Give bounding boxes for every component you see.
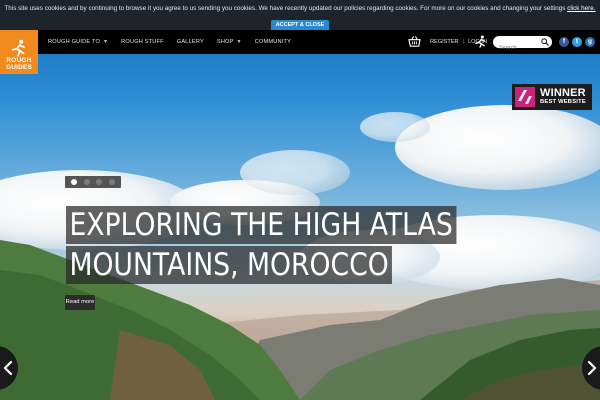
award-title: WINNER	[540, 87, 586, 100]
hero-headline: EXPLORING THE HIGH ATLAS MOUNTAINS, MORO…	[66, 206, 520, 286]
shopping-basket-icon[interactable]	[408, 35, 421, 48]
logo-line-2: GUIDES	[5, 63, 33, 71]
auth-separator: |	[462, 39, 465, 45]
headline-line-1[interactable]: EXPLORING THE HIGH ATLAS	[66, 206, 457, 244]
cookie-banner: This site uses cookies and by continuing…	[0, 0, 600, 31]
nav-item-label: ROUGH GUIDE TO	[48, 39, 101, 45]
slide-dot[interactable]	[108, 179, 115, 185]
nav-item-rough-stuff[interactable]: ROUGH STUFF	[121, 39, 164, 45]
rough-guides-logo[interactable]: ROUGH GUIDES	[0, 30, 38, 74]
hero-image	[0, 0, 600, 400]
slide-dot[interactable]	[71, 179, 78, 185]
nav-item-label: ROUGH STUFF	[121, 39, 164, 45]
read-more-button[interactable]: Read more	[65, 295, 95, 310]
chevron-down-icon: ▼	[103, 39, 109, 45]
headline-line-2[interactable]: MOUNTAINS, MOROCCO	[66, 246, 393, 284]
search-box	[493, 36, 552, 54]
slider-pagination	[65, 176, 121, 188]
runner-logo-icon	[11, 39, 25, 57]
register-link[interactable]: REGISTER	[430, 39, 459, 45]
google-plus-icon[interactable]: g	[585, 37, 595, 47]
search-icon[interactable]	[541, 38, 549, 46]
facebook-icon[interactable]: f	[559, 37, 569, 47]
chevron-left-icon	[3, 361, 13, 375]
runner-icon[interactable]	[474, 35, 487, 48]
nav-item-rough-guide-to[interactable]: ROUGH GUIDE TO ▼	[48, 39, 108, 45]
twitter-icon[interactable]: t	[572, 37, 582, 47]
nav-item-gallery[interactable]: GALLERY	[177, 39, 204, 45]
cookie-message: This site uses cookies and by continuing…	[4, 5, 566, 12]
award-subtitle: BEST WEBSITE	[540, 99, 586, 106]
nav-item-community[interactable]: COMMUNITY	[255, 39, 291, 45]
award-badge: WINNER BEST WEBSITE	[512, 84, 592, 110]
chevron-down-icon: ▼	[236, 39, 242, 45]
nav-menu: ROUGH GUIDE TO ▼ ROUGH STUFF GALLERY SHO…	[48, 30, 304, 54]
slide-dot[interactable]	[96, 179, 103, 185]
nav-item-label: GALLERY	[176, 39, 204, 45]
nav-item-label: SHOP	[216, 39, 234, 45]
award-logo-icon	[515, 87, 535, 107]
chevron-right-icon	[587, 361, 597, 375]
cookie-settings-link[interactable]: click here.	[567, 5, 595, 12]
search-input[interactable]	[493, 42, 537, 54]
nav-item-shop[interactable]: SHOP ▼	[217, 39, 242, 45]
nav-item-label: COMMUNITY	[254, 39, 291, 45]
slide-dot[interactable]	[83, 179, 90, 185]
